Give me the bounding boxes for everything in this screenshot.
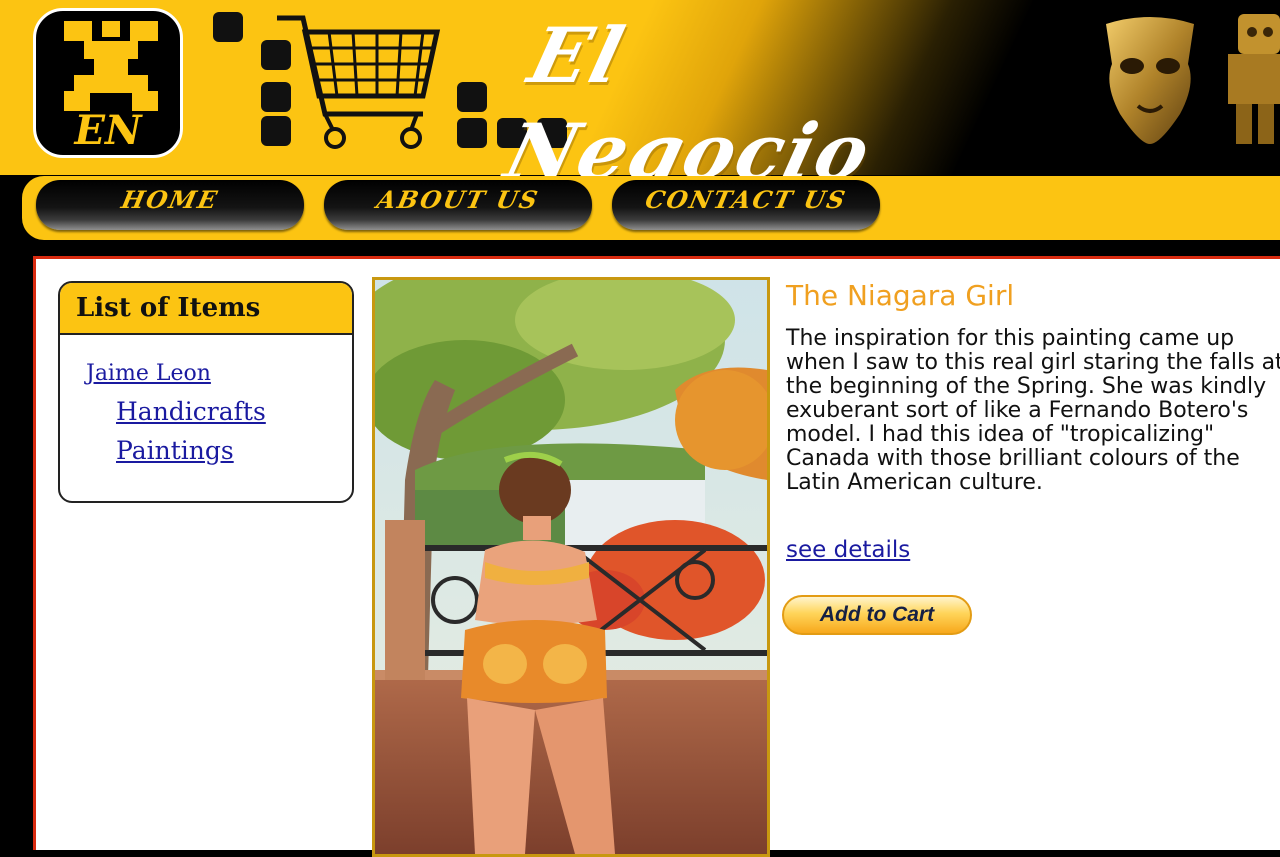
see-details-link[interactable]: see details [786,537,910,563]
nav-home-button[interactable]: HOME [36,180,304,230]
nav-home-label: HOME [118,185,222,214]
nav-contact-button[interactable]: CONTACT US [612,180,880,230]
sidebar-item-paintings[interactable]: Paintings [116,436,234,465]
add-to-cart-button[interactable]: Add to Cart [782,595,972,635]
logo-figure-icon [64,21,158,111]
items-sidebar-title: List of Items [60,283,352,335]
painting-artwork [375,280,767,854]
site-logo[interactable]: EN [33,8,183,158]
gold-mask-icon [1106,17,1194,144]
content-area: List of Items Jaime Leon Handicrafts Pai… [33,256,1280,857]
gold-figure-icon [1228,14,1280,144]
sidebar-item-jaime-leon[interactable]: Jaime Leon [86,361,211,386]
product-painting-image[interactable] [372,277,770,857]
header-banner: EN El Negocio [0,0,1280,196]
product-description: The inspiration for this painting came u… [786,326,1280,495]
main-navigation: HOME ABOUT US CONTACT US [22,176,1280,240]
items-sidebar: List of Items Jaime Leon Handicrafts Pai… [58,281,354,503]
nav-about-button[interactable]: ABOUT US [324,180,592,230]
site-title: El Negocio [496,11,881,196]
product-title: The Niagara Girl [786,279,1015,312]
nav-contact-label: CONTACT US [642,185,850,214]
add-to-cart-label: Add to Cart [819,603,935,626]
logo-text: EN [74,107,142,154]
nav-about-label: ABOUT US [374,185,543,214]
sidebar-item-handicrafts[interactable]: Handicrafts [116,397,266,426]
